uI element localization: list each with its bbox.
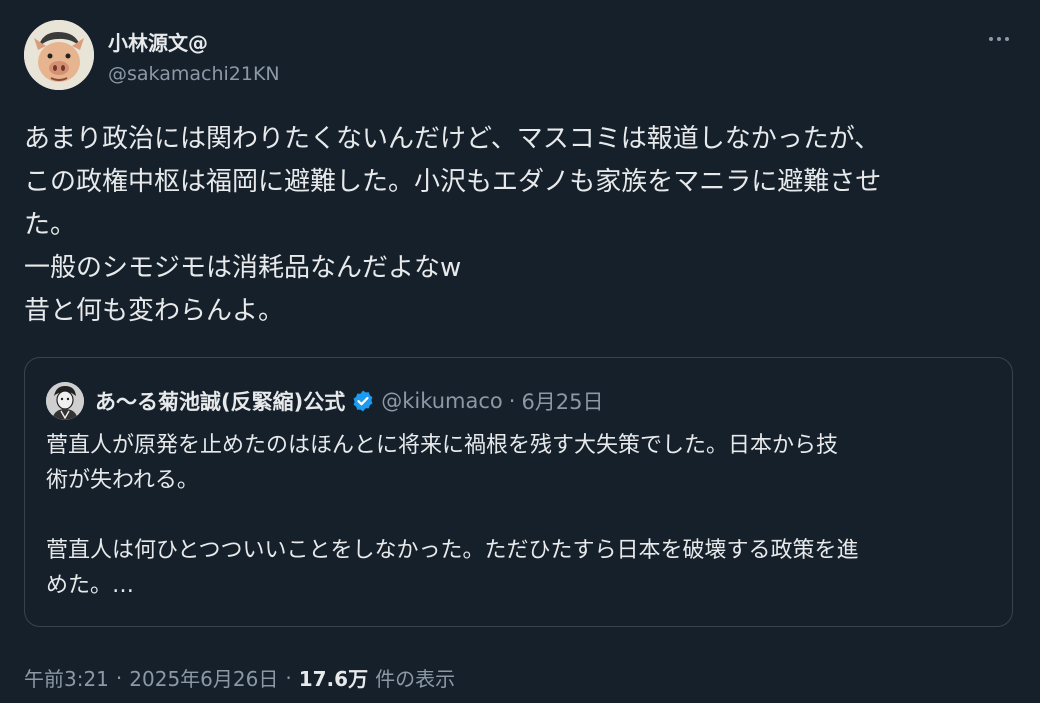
more-options-icon	[989, 37, 993, 41]
quoted-author-name[interactable]: あ〜る菊池誠(反緊縮)公式	[95, 386, 345, 416]
tweet-text-line: 昔と何も変わらんよ。	[24, 296, 285, 326]
quoted-text-line: めた。…	[46, 573, 135, 598]
separator-dot: ·	[508, 389, 516, 413]
author-avatar[interactable]	[24, 20, 94, 90]
quoted-tweet-date[interactable]: 6月25日	[521, 386, 603, 416]
separator-dot: ·	[115, 665, 123, 690]
views-label[interactable]: 件の表示	[375, 663, 455, 692]
portrait-avatar-icon	[46, 382, 84, 420]
separator-dot: ·	[285, 665, 292, 690]
tweet-text-line: 一般のシモジモは消耗品なんだよなw	[24, 253, 462, 283]
quoted-tweet-card[interactable]: あ〜る菊池誠(反緊縮)公式 @kikumaco · 6月25日 菅直人が原発を止…	[24, 357, 1013, 627]
quoted-text-line: 菅直人が原発を止めたのはほんとに将来に禍根を残す大失策でした。日本から技	[46, 433, 839, 458]
more-options-icon	[1005, 37, 1009, 41]
verified-badge-icon	[353, 390, 373, 412]
tweet-text-line: た。	[24, 210, 77, 240]
author-display-name[interactable]: 小林源文@	[108, 27, 208, 56]
tweet-metadata: 午前3:21 · 2025年6月26日 · 17.6万 件の表示	[24, 663, 455, 692]
more-options-button[interactable]	[982, 24, 1016, 54]
quoted-tweet-header: あ〜る菊池誠(反緊縮)公式 @kikumaco · 6月25日	[95, 386, 604, 416]
tweet-time[interactable]: 午前3:21	[24, 663, 109, 692]
views-count[interactable]: 17.6万	[299, 663, 368, 692]
quoted-text-line: 術が失われる。	[46, 468, 199, 493]
tweet-date[interactable]: 2025年6月26日	[129, 663, 278, 692]
quoted-author-avatar[interactable]	[46, 382, 84, 420]
more-options-icon	[997, 37, 1001, 41]
author-handle[interactable]: @sakamachi21KN	[108, 63, 280, 85]
tweet-text: あまり政治には関わりたくないんだけど、マスコミは報道しなかったが、 この政権中枢…	[24, 118, 1014, 333]
quoted-author-handle[interactable]: @kikumaco	[381, 389, 503, 413]
tweet-text-line: この政権中枢は福岡に避難した。小沢もエダノも家族をマニラに避難させ	[24, 167, 882, 197]
quoted-text-line: 菅直人は何ひとつついいことをしなかった。ただひたすら日本を破壊する政策を進	[46, 538, 859, 563]
pig-face-avatar-icon	[24, 20, 94, 90]
tweet-text-line: あまり政治には関わりたくないんだけど、マスコミは報道しなかったが、	[24, 124, 881, 154]
quoted-tweet-text: 菅直人が原発を止めたのはほんとに将来に禍根を残す大失策でした。日本から技 術が失…	[46, 428, 1001, 603]
